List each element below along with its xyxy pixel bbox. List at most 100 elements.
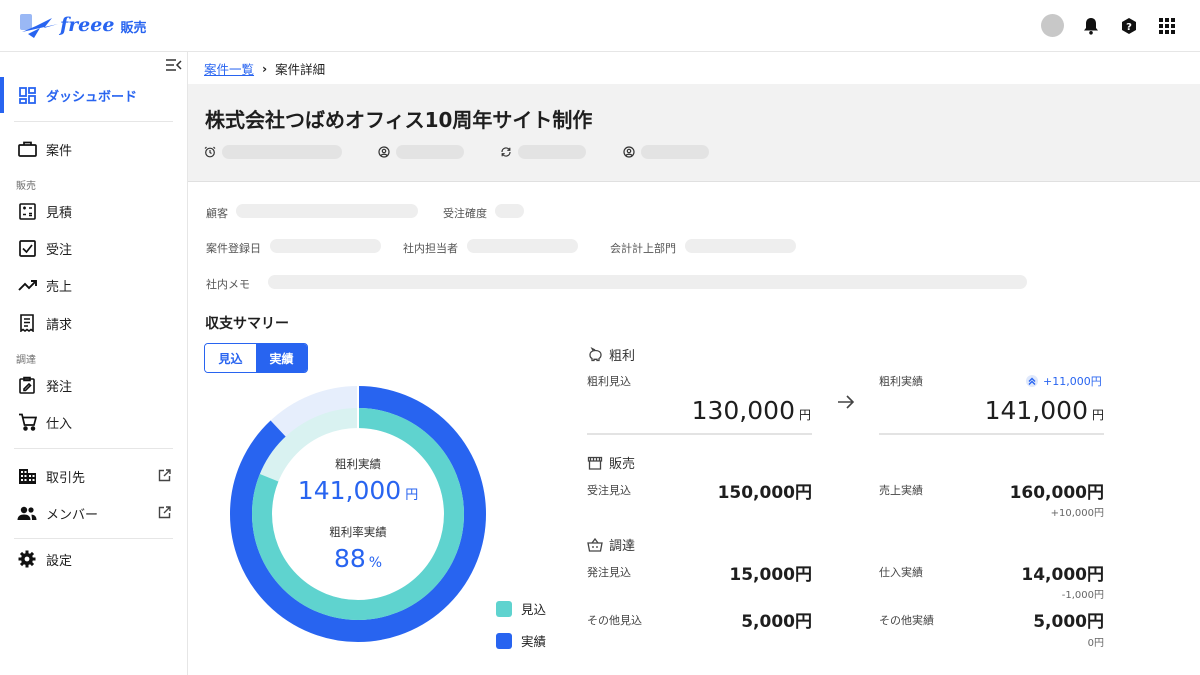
logo-product: 販売 <box>120 21 147 36</box>
other-actual-diff: 0円 <box>1087 638 1104 649</box>
sidebar-item-partners[interactable]: 取引先 <box>0 458 187 494</box>
breadcrumb-link-deal-list[interactable]: 案件一覧 <box>204 59 254 78</box>
sidebar-item-quotes[interactable]: 見積 <box>0 193 187 229</box>
sidebar-item-label: 取引先 <box>46 470 86 486</box>
po-forecast-value: 15,000円 <box>729 565 812 585</box>
avatar[interactable] <box>1041 14 1064 37</box>
other-forecast-label: その他見込 <box>587 614 642 627</box>
sidebar-item-label: 仕入 <box>46 416 73 432</box>
sidebar-item-label: メンバー <box>46 507 99 523</box>
double-chevron-up-icon <box>1026 375 1038 387</box>
section-label-sales: 販売 <box>16 181 36 192</box>
svg-text:?: ? <box>1126 22 1132 33</box>
collapse-sidebar-icon[interactable] <box>165 58 183 72</box>
sidebar-item-sales[interactable]: 売上 <box>0 267 187 303</box>
sidebar-item-deals[interactable]: 案件 <box>0 131 187 167</box>
bell-icon[interactable] <box>1080 15 1102 37</box>
gross-diff: +11,000円 <box>1026 373 1102 389</box>
toggle-forecast-button[interactable]: 見込 <box>205 344 256 372</box>
arrow-right-icon <box>838 395 855 409</box>
certainty-value <box>495 204 524 218</box>
registered-date-label: 案件登録日 <box>206 242 261 255</box>
memo-label: 社内メモ <box>206 278 250 291</box>
checkbox-icon <box>17 238 37 258</box>
legend-actual: 実績 <box>496 631 546 650</box>
divider <box>14 448 173 449</box>
sidebar-item-label: 案件 <box>46 143 73 159</box>
sidebar-item-label: 売上 <box>46 279 73 295</box>
gross-forecast-value: 130,000 円 <box>691 396 811 425</box>
breadcrumb: 案件一覧 › 案件詳細 <box>188 52 1200 84</box>
sidebar-item-label: 請求 <box>46 317 73 333</box>
skeleton-placeholder <box>222 145 342 159</box>
basket-icon <box>587 537 603 552</box>
building-icon <box>17 466 37 486</box>
assignee-label: 社内担当者 <box>403 242 458 255</box>
external-link-icon <box>158 506 171 519</box>
sidebar-item-label: 設定 <box>46 553 73 569</box>
memo-value <box>268 275 1027 289</box>
purchase-actual-label: 仕入実績 <box>879 566 923 579</box>
sidebar-item-orders[interactable]: 受注 <box>0 230 187 266</box>
deal-header: 株式会社つばめオフィス10周年サイト制作 <box>188 84 1200 182</box>
logo-text: freee <box>60 14 115 36</box>
sidebar-item-purchase-orders[interactable]: 発注 <box>0 367 187 403</box>
order-forecast-label: 受注見込 <box>587 484 631 497</box>
briefcase-icon <box>17 139 37 159</box>
other-actual-value: 5,000円 <box>1033 612 1104 632</box>
sidebar-item-members[interactable]: メンバー <box>0 495 187 531</box>
chevron-right-icon: › <box>262 60 268 76</box>
skeleton-placeholder <box>641 145 709 159</box>
assignee-value <box>467 239 578 253</box>
po-forecast-label: 発注見込 <box>587 566 631 579</box>
gross-actual-value: 141,000 円 <box>984 396 1104 425</box>
breadcrumb-current: 案件詳細 <box>275 61 326 77</box>
divider <box>14 121 173 122</box>
legend-forecast: 見込 <box>496 599 546 618</box>
app-header: freee 販売 ? <box>0 0 1200 52</box>
piggy-bank-icon <box>589 346 602 361</box>
divider <box>879 433 1104 435</box>
dashboard-icon <box>17 85 37 105</box>
apps-grid-icon[interactable] <box>1156 15 1178 37</box>
sidebar-item-invoices[interactable]: 請求 <box>0 305 187 341</box>
purchase-actual-value: 14,000円 <box>1021 565 1104 585</box>
department-label: 会計計上部門 <box>610 242 676 255</box>
gear-icon <box>17 549 37 569</box>
registered-date-value <box>270 239 381 253</box>
calculator-icon <box>17 201 37 221</box>
other-forecast-value: 5,000円 <box>741 612 812 632</box>
gross-actual-label: 粗利実績 <box>879 375 923 388</box>
skeleton-placeholder <box>518 145 586 159</box>
person-circle-icon <box>378 146 390 158</box>
sidebar-item-purchases[interactable]: 仕入 <box>0 404 187 440</box>
procurement-heading: 調達 <box>587 535 635 554</box>
gross-forecast-label: 粗利見込 <box>587 375 631 388</box>
toggle-actual-button[interactable]: 実績 <box>256 344 307 372</box>
skeleton-placeholder <box>396 145 464 159</box>
sidebar-item-label: 受注 <box>46 242 73 258</box>
sales-actual-value: 160,000円 <box>1009 483 1104 503</box>
freee-logo[interactable]: freee 販売 <box>18 10 146 40</box>
clipboard-edit-icon <box>17 375 37 395</box>
people-icon <box>17 503 37 523</box>
sidebar-item-dashboard[interactable]: ダッシュボード <box>0 77 187 113</box>
forecast-actual-toggle: 見込 実績 <box>204 343 308 373</box>
gross-profit-actual-value: 141,000 円 <box>297 476 419 505</box>
external-link-icon <box>158 469 171 482</box>
sync-icon <box>501 147 511 157</box>
alarm-clock-icon <box>204 146 216 158</box>
legend-swatch <box>496 600 512 617</box>
sales-actual-diff: +10,000円 <box>1050 508 1104 519</box>
store-icon <box>587 456 603 470</box>
donut-center: 粗利実績 141,000 円 粗利率実績 88% <box>226 382 490 646</box>
order-forecast-value: 150,000円 <box>717 483 812 503</box>
person-circle-icon <box>623 146 635 158</box>
help-icon[interactable]: ? <box>1118 15 1140 37</box>
section-label-procurement: 調達 <box>16 355 36 366</box>
sidebar-item-settings[interactable]: 設定 <box>0 541 187 577</box>
gross-profit-actual-label: 粗利実績 <box>335 457 381 471</box>
legend-swatch <box>496 632 512 649</box>
sidebar: ダッシュボード 案件 販売 見積 受注 売上 請求 調達 発注 仕入 取引先 メ… <box>0 52 188 675</box>
deal-meta-row <box>204 145 709 159</box>
